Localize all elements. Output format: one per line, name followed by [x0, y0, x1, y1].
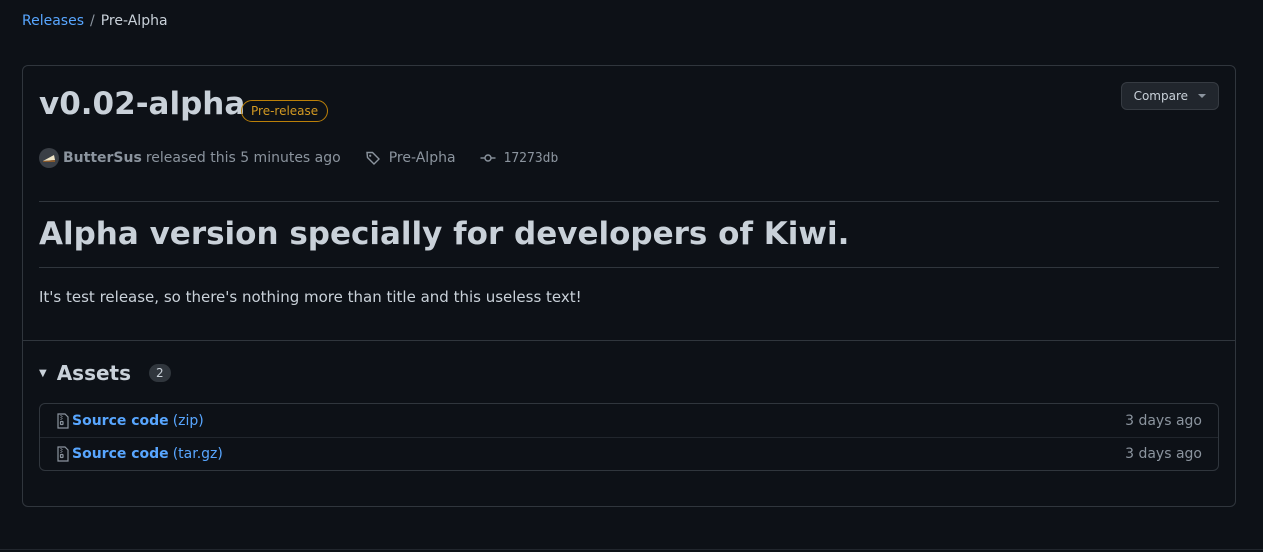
assets-toggle[interactable]: ▼ Assets 2 — [39, 361, 171, 385]
compare-label: Compare — [1133, 89, 1188, 103]
release-body-text: It's test release, so there's nothing mo… — [39, 288, 582, 306]
release-title[interactable]: v0.02-alpha — [39, 86, 245, 122]
tag-icon — [365, 150, 381, 166]
author-link[interactable]: ButterSus — [63, 150, 142, 166]
breadcrumb-separator: / — [90, 13, 95, 29]
asset-ext-zip[interactable]: (zip) — [173, 413, 204, 429]
asset-ext-targz[interactable]: (tar.gz) — [173, 446, 223, 462]
compare-button[interactable]: Compare — [1120, 82, 1219, 110]
file-zip-icon — [56, 446, 70, 462]
breadcrumb: Releases / Pre-Alpha — [22, 13, 168, 29]
commit-link[interactable]: 17273db — [504, 151, 559, 166]
asset-link-targz[interactable]: Source code — [72, 446, 169, 462]
asset-link-zip[interactable]: Source code — [72, 413, 169, 429]
release-card: v0.02-alpha Pre-release Compare ButterSu… — [22, 65, 1236, 507]
page-divider — [0, 549, 1263, 550]
chevron-down-icon — [1198, 94, 1206, 98]
tag-link[interactable]: Pre-Alpha — [389, 150, 456, 166]
divider — [39, 267, 1219, 268]
assets-count-badge: 2 — [149, 364, 171, 382]
released-text: released this 5 minutes ago — [145, 150, 341, 166]
release-meta: ButterSus released this 5 minutes ago Pr… — [39, 148, 558, 168]
assets-title: Assets — [56, 361, 132, 385]
breadcrumb-releases-link[interactable]: Releases — [22, 13, 84, 29]
assets-list: Source code (zip) 3 days ago Source code — [39, 403, 1219, 471]
prerelease-badge: Pre-release — [241, 100, 329, 122]
asset-date: 3 days ago — [1125, 412, 1202, 429]
triangle-down-icon: ▼ — [39, 367, 47, 379]
asset-date: 3 days ago — [1125, 446, 1202, 462]
release-page: Releases / Pre-Alpha v0.02-alpha Pre-rel… — [0, 0, 1263, 552]
file-zip-icon — [56, 412, 70, 429]
divider — [39, 201, 1219, 202]
section-divider — [23, 340, 1235, 341]
asset-row-targz: Source code (tar.gz) 3 days ago — [40, 437, 1218, 470]
commit-icon — [480, 150, 496, 166]
breadcrumb-current: Pre-Alpha — [100, 13, 168, 29]
release-body-heading: Alpha version specially for developers o… — [39, 216, 850, 252]
avatar[interactable] — [39, 148, 59, 168]
asset-row-zip: Source code (zip) 3 days ago — [40, 404, 1218, 437]
